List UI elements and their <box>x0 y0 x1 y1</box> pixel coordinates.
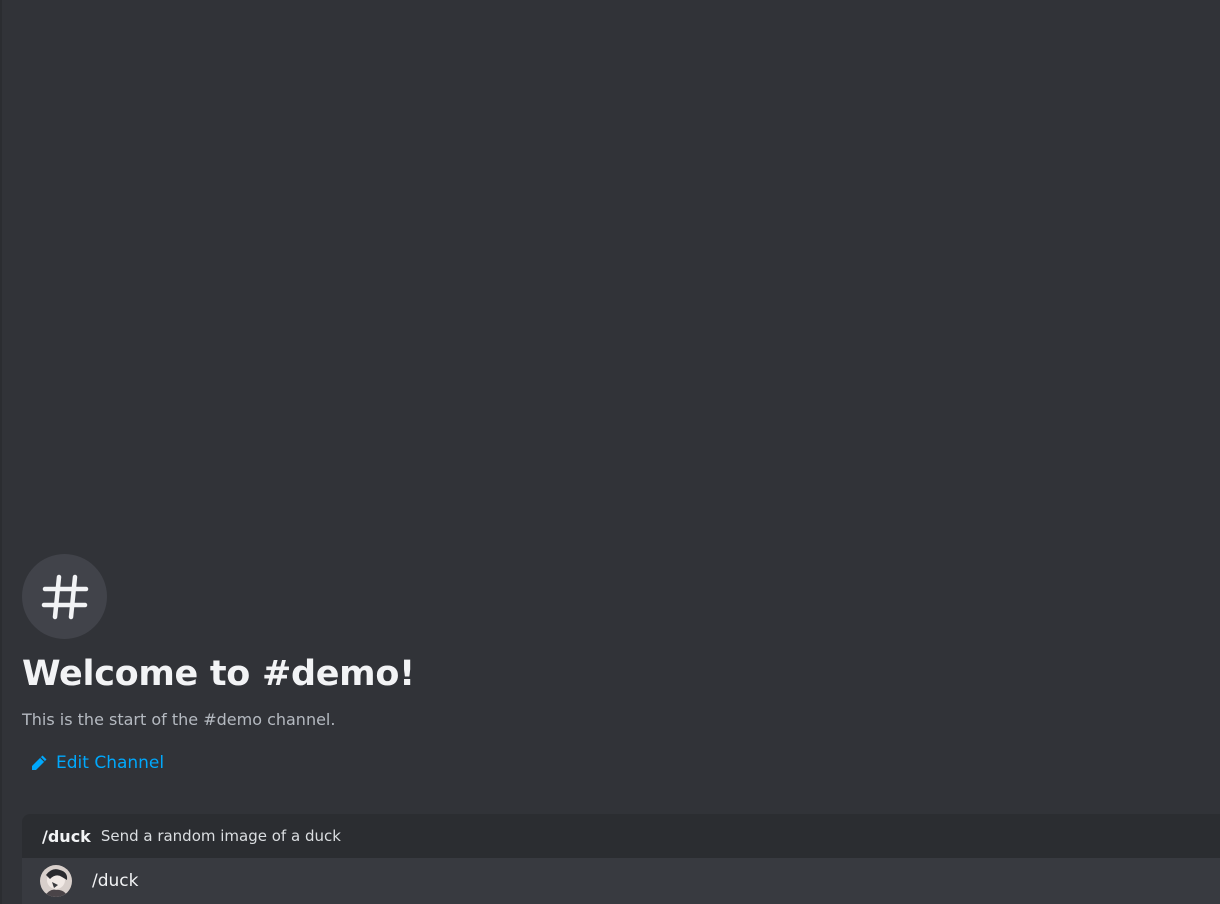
welcome-title: Welcome to #demo! <box>22 654 415 694</box>
edit-channel-link[interactable]: Edit Channel <box>30 751 164 775</box>
channel-hash-badge <box>22 554 107 639</box>
command-option-label: /duck <box>92 871 139 891</box>
channel-start-text: This is the start of the #demo channel. <box>22 710 336 729</box>
command-option[interactable]: /duck <box>22 858 1220 904</box>
hash-icon <box>41 574 88 619</box>
sidebar-edge <box>0 0 2 904</box>
command-header: /duck Send a random image of a duck <box>22 814 1220 858</box>
chat-area: Welcome to #demo! This is the start of t… <box>0 0 1220 904</box>
command-name: /duck <box>42 826 91 846</box>
slash-command-autocomplete: /duck Send a random image of a duck /duc… <box>22 814 1220 904</box>
edit-channel-label: Edit Channel <box>56 753 165 773</box>
pencil-icon <box>32 755 47 770</box>
command-description: Send a random image of a duck <box>100 827 341 845</box>
bot-avatar <box>40 865 72 897</box>
